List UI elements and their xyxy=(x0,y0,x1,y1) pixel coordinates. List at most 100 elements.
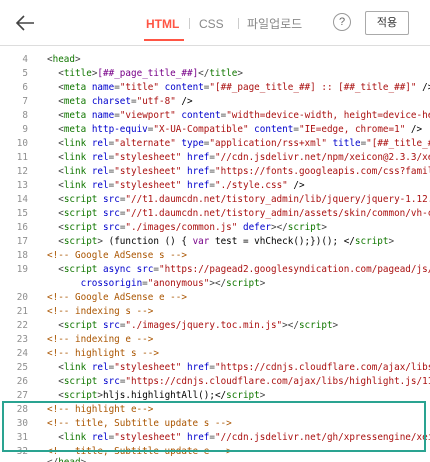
code-token: rel xyxy=(91,152,109,163)
code-text: <!-- indexing s --> xyxy=(47,305,153,319)
code-token: src xyxy=(136,264,154,275)
code-token: > xyxy=(75,54,81,65)
code-token: "X-UA-Compatible" xyxy=(153,124,249,135)
editor-toolbar: HTML CSS 파일업로드 ? 적용 xyxy=(0,0,430,45)
code-token: "[##_title_## xyxy=(366,138,430,149)
code-line[interactable]: 26 <script src="https://cdnjs.cloudflare… xyxy=(0,375,430,389)
code-line[interactable]: 31 <link rel="stylesheet" href="//cdn.js… xyxy=(0,431,430,445)
code-line[interactable]: 24 <!-- highlight s --> xyxy=(0,347,430,361)
code-token: > xyxy=(237,68,243,79)
code-line[interactable]: 14 <script src="//t1.daumcdn.net/tistory… xyxy=(0,193,430,207)
code-token: <!-- title, Subtitle update s --> xyxy=(47,418,232,429)
code-line[interactable]: 19 <script async src="https://pagead2.go… xyxy=(0,263,430,277)
line-number: 28 xyxy=(16,404,28,415)
code-line[interactable]: 18 <!-- Google AdSense s --> xyxy=(0,249,430,263)
code-line[interactable]: 17 <script> (function () { var test = vh… xyxy=(0,235,430,249)
code-line[interactable]: </head> xyxy=(0,456,430,462)
code-token: <!-- indexing e --> xyxy=(47,334,154,345)
code-text: <!-- highlight e--> xyxy=(47,403,153,417)
code-token: charset xyxy=(91,96,131,107)
code-token: ></ xyxy=(282,320,299,331)
code-line[interactable]: 16 <script src="./images/common.js" defe… xyxy=(0,221,430,235)
code-token: script xyxy=(63,264,98,275)
code-line[interactable]: 6 <meta name="title" content="[##_page_t… xyxy=(0,81,430,95)
code-token: "anonymous" xyxy=(147,278,210,289)
code-line[interactable]: 8 <meta name="viewport" content="width=d… xyxy=(0,109,430,123)
line-number: 13 xyxy=(16,180,28,191)
line-number: 11 xyxy=(16,152,28,163)
code-token: "//cdn.jsdelivr.net/npm/xeicon@2.3.3/xe xyxy=(215,152,430,163)
code-token: /> xyxy=(287,180,305,191)
code-line[interactable]: 7 <meta charset="utf-8" /> xyxy=(0,95,430,109)
line-number: 26 xyxy=(16,376,28,387)
code-token: "https://fonts.googleapis.com/css?famil xyxy=(215,166,430,177)
line-number: 17 xyxy=(16,236,28,247)
code-line[interactable]: crossorigin="anonymous"></script> xyxy=(0,277,430,291)
code-token: name xyxy=(91,82,115,93)
line-number: 16 xyxy=(16,222,28,233)
code-text: <script src="./images/jquery.toc.min.js"… xyxy=(47,319,338,333)
line-number: 22 xyxy=(16,320,28,331)
code-line[interactable]: 21 <!-- indexing s --> xyxy=(0,305,430,319)
code-text: <link rel="stylesheet" href="https://cdn… xyxy=(47,361,430,375)
code-token: type xyxy=(181,138,204,149)
code-text: <!-- highlight s --> xyxy=(47,347,159,361)
code-token: var xyxy=(192,236,210,247)
code-token: head xyxy=(52,54,75,65)
code-line[interactable]: 28 <!-- highlight e--> xyxy=(0,403,430,417)
code-line[interactable]: 10 <link rel="alternate" type="applicati… xyxy=(0,137,430,151)
code-text: <script src="./images/common.js" defer><… xyxy=(47,221,327,235)
code-token: "https://cdnjs.cloudflare.com/ajax/libs/ xyxy=(215,362,430,373)
code-token: "title" xyxy=(119,82,159,93)
line-number: 14 xyxy=(16,194,28,205)
code-token: <!-- Google AdSense s --> xyxy=(47,250,187,261)
code-line[interactable]: 4 <head> xyxy=(0,53,430,67)
code-line[interactable]: 27 <script>hljs.highlightAll();</script> xyxy=(0,389,430,403)
line-number: 7 xyxy=(22,96,28,107)
code-token: </ xyxy=(47,457,58,462)
code-token: "stylesheet" xyxy=(114,362,182,373)
code-text: <link rel="alternate" type="application/… xyxy=(47,137,430,151)
code-token: meta xyxy=(63,110,87,121)
tab-file-upload[interactable]: 파일업로드 xyxy=(247,16,302,32)
code-text: <script src="//t1.daumcdn.net/tistory_ad… xyxy=(47,207,430,221)
code-token: script xyxy=(63,320,98,331)
code-line[interactable]: 11 <link rel="stylesheet" href="//cdn.js… xyxy=(0,151,430,165)
code-token: > xyxy=(259,278,266,289)
code-line[interactable]: 23 <!-- indexing e --> xyxy=(0,333,430,347)
code-line[interactable]: 20 <!-- Google AdSense e --> xyxy=(0,291,430,305)
code-token: "viewport" xyxy=(119,110,176,121)
code-token: > xyxy=(81,457,87,462)
code-text: <script>hljs.highlightAll();</script> xyxy=(47,389,265,403)
code-editor[interactable]: 4 <head> 5 <title>[##_page_title_##]</titl… xyxy=(0,47,430,462)
code-token: script xyxy=(63,376,98,387)
code-text: </head> xyxy=(47,456,86,462)
help-icon[interactable]: ? xyxy=(333,13,351,31)
code-text: <!-- Google AdSense e --> xyxy=(47,291,187,305)
code-line[interactable]: 12 <link rel="stylesheet" href="https://… xyxy=(0,165,430,179)
code-line[interactable]: 13 <link rel="stylesheet" href="./style.… xyxy=(0,179,430,193)
line-number: 12 xyxy=(16,166,28,177)
line-number: 8 xyxy=(22,110,28,121)
code-token: "alternate" xyxy=(114,138,176,149)
code-line[interactable]: 25 <link rel="stylesheet" href="https://… xyxy=(0,361,430,375)
tab-css[interactable]: CSS xyxy=(199,16,224,32)
code-line[interactable]: 15 <script src="//t1.daumcdn.net/tistory… xyxy=(0,207,430,221)
code-line[interactable]: 9 <meta http-equiv="X-UA-Compatible" con… xyxy=(0,123,430,137)
code-token: test = vhCheck();})(); </ xyxy=(209,236,355,247)
back-arrow-icon[interactable] xyxy=(14,13,36,33)
code-line[interactable]: 30 <!-- title, Subtitle update s --> xyxy=(0,417,430,431)
code-token: <!-- indexing s --> xyxy=(47,306,154,317)
code-token: /> xyxy=(175,96,193,107)
code-token: "IE=edge, chrome=1" xyxy=(298,124,406,135)
code-line[interactable]: 5 <title>[##_page_title_##]</title> xyxy=(0,67,430,81)
code-token: (function () { xyxy=(103,236,193,247)
code-line[interactable]: 22 <script src="./images/jquery.toc.min.… xyxy=(0,319,430,333)
code-token: src xyxy=(103,320,120,331)
code-token: link xyxy=(63,362,87,373)
code-token: rel xyxy=(91,138,109,149)
tab-html[interactable]: HTML xyxy=(146,16,179,32)
code-token: link xyxy=(63,138,87,149)
apply-button[interactable]: 적용 xyxy=(365,11,409,35)
code-token: href xyxy=(187,152,210,163)
